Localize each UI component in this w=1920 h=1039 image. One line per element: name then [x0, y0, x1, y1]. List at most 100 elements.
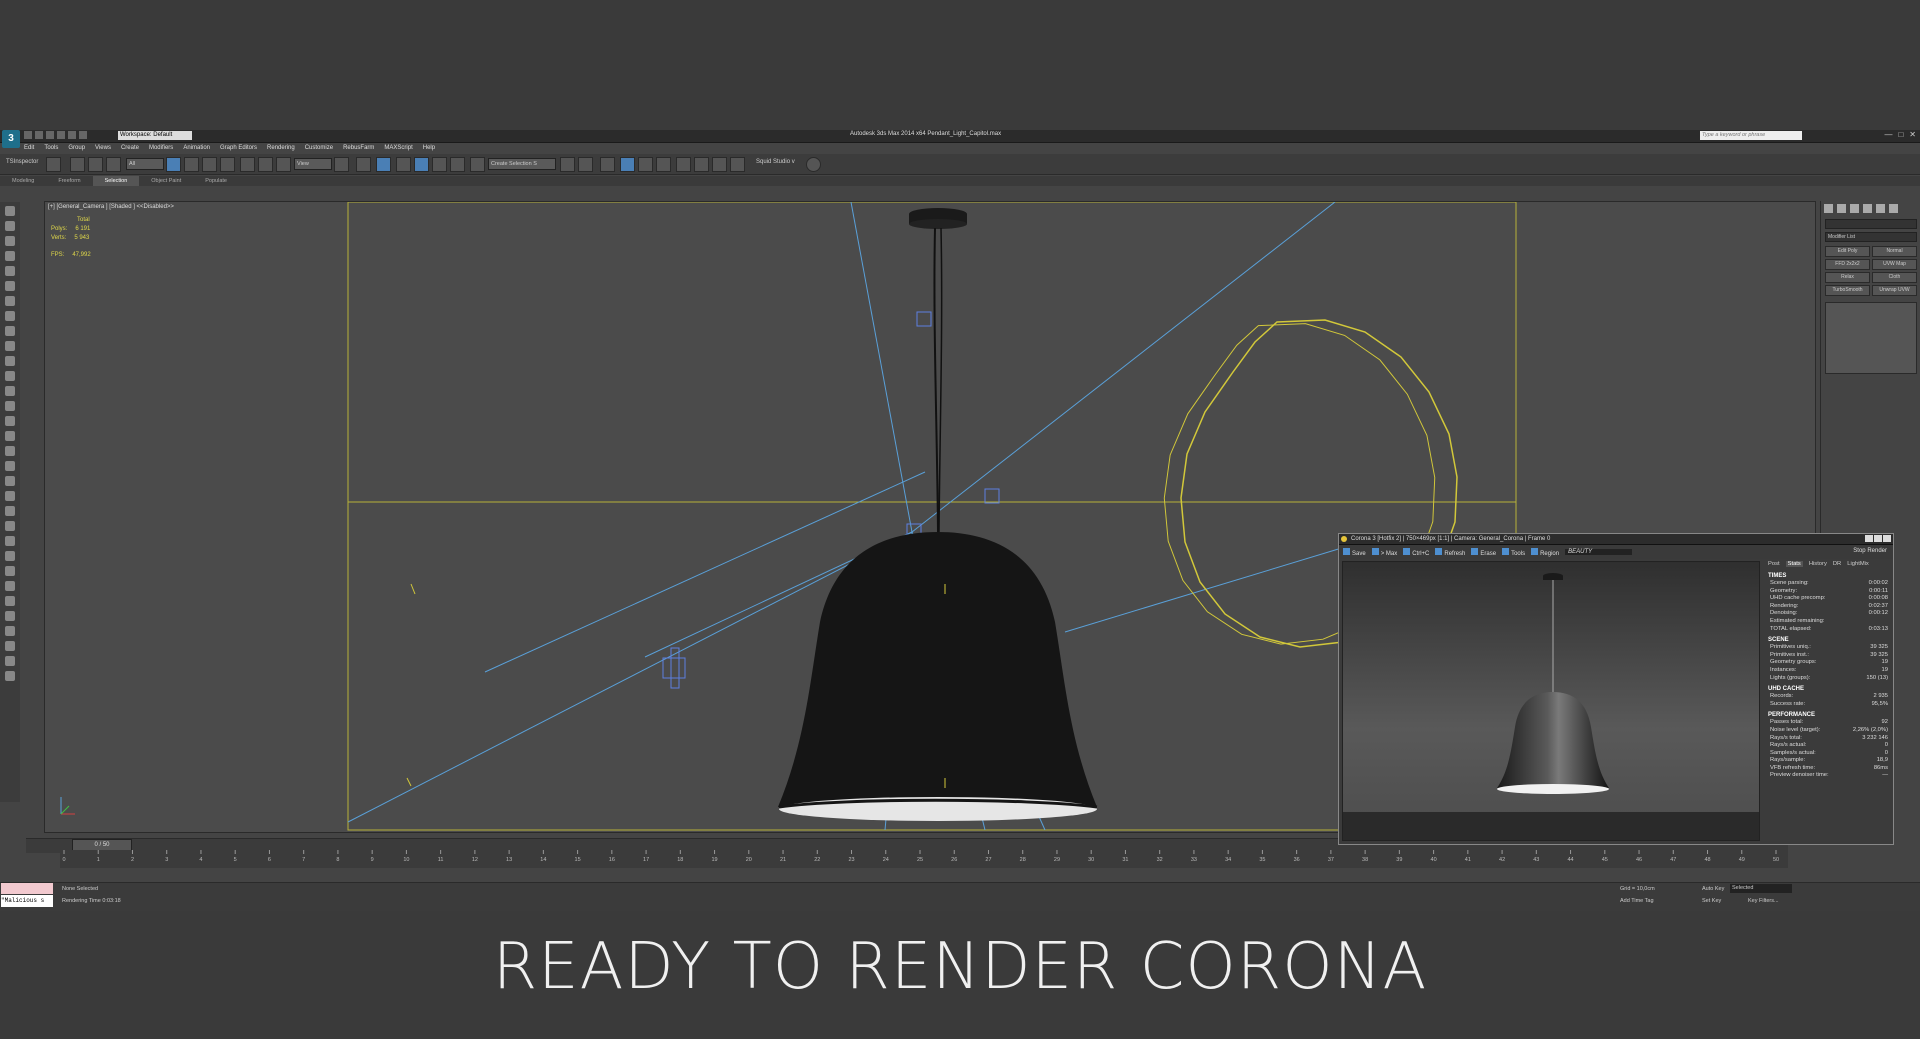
vfb-channel-dropdown[interactable]: BEAUTY — [1565, 549, 1633, 555]
add-time-tag-button[interactable]: Add Time Tag — [1620, 898, 1654, 904]
close-icon[interactable] — [1883, 535, 1891, 542]
object-name-field[interactable] — [1825, 219, 1917, 229]
vfb-refresh-button[interactable]: Refresh — [1435, 547, 1465, 557]
command-strip-icon[interactable] — [5, 371, 15, 381]
command-strip-icon[interactable] — [5, 491, 15, 501]
vfb-tab-lightmix[interactable]: LightMix — [1847, 561, 1869, 567]
motion-tab-icon[interactable] — [1863, 204, 1872, 213]
ribbon-tab-freeform[interactable]: Freeform — [46, 176, 92, 186]
command-strip-icon[interactable] — [5, 641, 15, 651]
command-strip-icon[interactable] — [5, 296, 15, 306]
modifier-button-uvw-map[interactable]: UVW Map — [1872, 259, 1917, 270]
minimize-icon[interactable] — [1865, 535, 1873, 542]
command-strip-icon[interactable] — [5, 566, 15, 576]
maximize-icon[interactable]: □ — [1898, 130, 1903, 139]
modifier-button-ffd-2x2x2[interactable]: FFD 2x2x2 — [1825, 259, 1870, 270]
display-tab-icon[interactable] — [1876, 204, 1885, 213]
create-tab-icon[interactable] — [1824, 204, 1833, 213]
pivot-center-icon[interactable] — [334, 157, 349, 172]
command-strip-icon[interactable] — [5, 311, 15, 321]
command-strip-icon[interactable] — [5, 656, 15, 666]
mirror-icon[interactable] — [560, 157, 575, 172]
command-strip-icon[interactable] — [5, 251, 15, 261]
undo-icon[interactable] — [57, 131, 65, 139]
vfb-render-label[interactable]: Render — [1867, 548, 1887, 554]
move-icon[interactable] — [240, 157, 255, 172]
curve-editor-icon[interactable] — [638, 157, 653, 172]
squid-logo-icon[interactable] — [806, 157, 821, 172]
rendered-frame-window-icon[interactable] — [712, 157, 727, 172]
command-strip-icon[interactable] — [5, 341, 15, 351]
command-strip-icon[interactable] — [5, 506, 15, 516]
command-strip-icon[interactable] — [5, 266, 15, 276]
render-setup-icon[interactable] — [694, 157, 709, 172]
maximize-icon[interactable] — [1874, 535, 1882, 542]
ribbon-tab-populate[interactable]: Populate — [193, 176, 239, 186]
command-strip-icon[interactable] — [5, 326, 15, 336]
command-strip-icon[interactable] — [5, 416, 15, 426]
vfb-tab-history[interactable]: History — [1809, 561, 1827, 567]
command-strip-icon[interactable] — [5, 476, 15, 486]
rect-selection-icon[interactable] — [202, 157, 217, 172]
track-bar[interactable]: 0 1 2 3 4 5 6 7 8 9 10 11 12 13 14 15 16 17 18 19 20 21 22 23 24… — [60, 850, 1788, 868]
menu-item-views[interactable]: Views — [95, 143, 111, 153]
menu-item-modifiers[interactable]: Modifiers — [149, 143, 173, 153]
workspace-dropdown[interactable]: Workspace: Default — [118, 131, 192, 140]
ts-icon[interactable] — [46, 157, 61, 172]
maxscript-listener-line[interactable] — [1, 883, 53, 894]
close-icon[interactable]: ✕ — [1909, 130, 1916, 139]
vfb-tab-stats[interactable]: Stats — [1785, 561, 1803, 567]
command-strip-icon[interactable] — [5, 521, 15, 531]
modifier-button-cloth[interactable]: Cloth — [1872, 272, 1917, 283]
keyboard-shortcut-override-icon[interactable] — [376, 157, 391, 172]
command-strip-icon[interactable] — [5, 671, 15, 681]
material-editor-icon[interactable] — [676, 157, 691, 172]
modifier-button-relax[interactable]: Relax — [1825, 272, 1870, 283]
edit-named-selection-icon[interactable] — [470, 157, 485, 172]
command-strip-icon[interactable] — [5, 626, 15, 636]
vfb--max-button[interactable]: > Max — [1371, 547, 1397, 557]
command-strip-icon[interactable] — [5, 611, 15, 621]
command-strip-icon[interactable] — [5, 596, 15, 606]
unlink-icon[interactable] — [88, 157, 103, 172]
schematic-view-icon[interactable] — [656, 157, 671, 172]
modify-tab-icon[interactable] — [1837, 204, 1846, 213]
menu-item-customize[interactable]: Customize — [305, 143, 333, 153]
ribbon-tab-object-paint[interactable]: Object Paint — [139, 176, 193, 186]
command-strip-icon[interactable] — [5, 446, 15, 456]
snaps-toggle-icon[interactable] — [396, 157, 411, 172]
angle-snap-icon[interactable] — [414, 157, 429, 172]
percent-snap-icon[interactable] — [432, 157, 447, 172]
key-filters-button[interactable]: Key Filters... — [1748, 898, 1779, 904]
command-strip-icon[interactable] — [5, 431, 15, 441]
command-strip-icon[interactable] — [5, 281, 15, 291]
save-file-icon[interactable] — [46, 131, 54, 139]
vfb-region-button[interactable]: Region — [1531, 547, 1559, 557]
new-file-icon[interactable] — [24, 131, 32, 139]
select-by-name-icon[interactable] — [184, 157, 199, 172]
vfb-tab-dr[interactable]: DR — [1833, 561, 1841, 567]
command-strip-icon[interactable] — [5, 461, 15, 471]
vfb-tools-button[interactable]: Tools — [1502, 547, 1525, 557]
modifier-list-dropdown[interactable]: Modifier List — [1825, 232, 1917, 242]
command-strip-icon[interactable] — [5, 236, 15, 246]
vfb-render-button[interactable]: Stop Render — [1853, 548, 1887, 554]
menu-item-maxscript[interactable]: MAXScript — [384, 143, 412, 153]
vfb-ctrl-c-button[interactable]: Ctrl+C — [1403, 547, 1429, 557]
command-strip-icon[interactable] — [5, 536, 15, 546]
redo-icon[interactable] — [68, 131, 76, 139]
ribbon-tab-selection[interactable]: Selection — [92, 176, 140, 186]
menu-item-help[interactable]: Help — [423, 143, 435, 153]
maxscript-output[interactable]: "Malicious s — [1, 895, 53, 907]
command-strip-icon[interactable] — [5, 221, 15, 231]
select-manipulate-icon[interactable] — [356, 157, 371, 172]
minimize-icon[interactable]: — — [1884, 130, 1892, 139]
render-production-icon[interactable] — [730, 157, 745, 172]
rotate-icon[interactable] — [258, 157, 273, 172]
command-strip-icon[interactable] — [5, 356, 15, 366]
window-crossing-icon[interactable] — [220, 157, 235, 172]
app-logo-icon[interactable]: 3 — [2, 130, 20, 148]
modifier-button-normal[interactable]: Normal — [1872, 246, 1917, 257]
menu-item-animation[interactable]: Animation — [183, 143, 210, 153]
search-input[interactable]: Type a keyword or phrase — [1700, 131, 1802, 140]
